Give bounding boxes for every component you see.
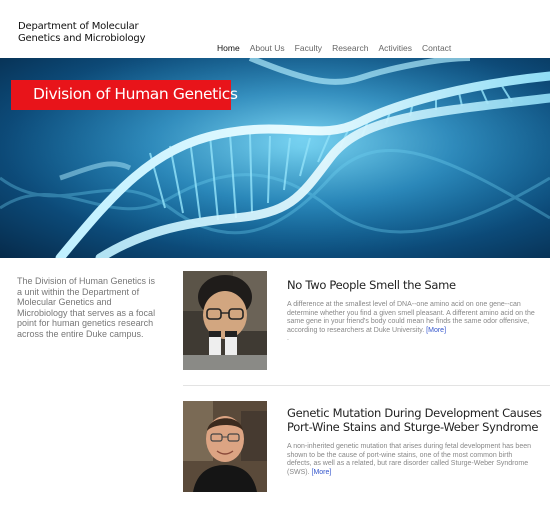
news-summary: A difference at the smallest level of DN… (287, 301, 537, 344)
main-nav: Home About Us Faculty Research Activitie… (212, 42, 456, 54)
page-title: Division of Human Genetics (33, 85, 238, 103)
nav-research[interactable]: Research (332, 42, 368, 54)
trailing-text: . (287, 335, 289, 343)
news-divider (183, 385, 550, 386)
nav-about-us[interactable]: About Us (250, 42, 285, 54)
news-summary: A non-inherited genetic mutation that ar… (287, 443, 537, 477)
news-item: No Two People Smell the Same A differenc… (183, 271, 550, 387)
intro-text: The Division of Human Genetics is a unit… (17, 276, 156, 339)
news-photo-researcher[interactable] (183, 271, 267, 370)
nav-home[interactable]: Home (217, 42, 240, 54)
hero-title-banner: Division of Human Genetics (11, 80, 238, 110)
news-item: Genetic Mutation During Development Caus… (183, 401, 550, 501)
nav-activities[interactable]: Activities (378, 42, 412, 54)
news-photo-researcher[interactable] (183, 401, 267, 492)
site-title[interactable]: Department of Molecular Genetics and Mic… (18, 21, 158, 45)
more-link[interactable]: [More] (426, 327, 446, 334)
nav-contact[interactable]: Contact (422, 42, 451, 54)
news-headline[interactable]: Genetic Mutation During Development Caus… (287, 406, 547, 434)
more-link[interactable]: [More] (312, 469, 332, 476)
news-headline[interactable]: No Two People Smell the Same (287, 278, 547, 292)
hero-banner-image: Division of Human Genetics (0, 58, 550, 258)
news-summary-text: A difference at the smallest level of DN… (287, 301, 535, 334)
site-header: Department of Molecular Genetics and Mic… (0, 0, 550, 58)
nav-faculty[interactable]: Faculty (295, 42, 322, 54)
